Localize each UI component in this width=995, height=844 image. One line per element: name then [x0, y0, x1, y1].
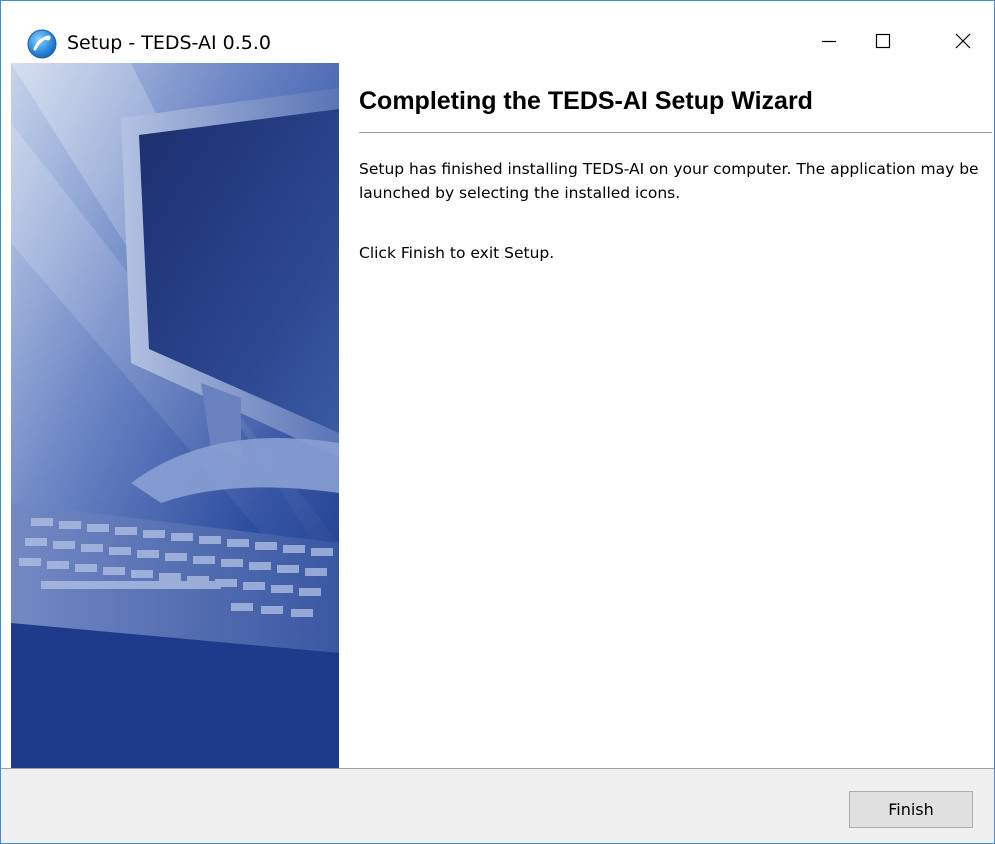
close-icon	[955, 33, 971, 49]
exit-instruction: Click Finish to exit Setup.	[359, 244, 555, 262]
minimize-icon	[821, 33, 837, 49]
page-title: Completing the TEDS-AI Setup Wizard	[359, 87, 813, 115]
maximize-icon	[875, 33, 891, 49]
maximize-button[interactable]	[853, 19, 913, 63]
finish-message: Setup has finished installing TEDS-AI on…	[359, 160, 979, 202]
heading-divider	[359, 132, 992, 133]
wizard-content: Completing the TEDS-AI Setup Wizard Setu…	[339, 63, 994, 768]
setup-globe-icon	[27, 29, 57, 59]
title-bar[interactable]: Setup - TEDS-AI 0.5.0	[1, 1, 994, 63]
minimize-button[interactable]	[799, 19, 859, 63]
close-button[interactable]	[933, 19, 993, 63]
wizard-banner-image	[11, 63, 339, 768]
wizard-footer: Finish	[1, 768, 994, 843]
computer-monitor-keyboard-illustration	[11, 63, 339, 768]
finish-button[interactable]: Finish	[849, 791, 973, 828]
window-title: Setup - TEDS-AI 0.5.0	[67, 32, 271, 54]
setup-window: Setup - TEDS-AI 0.5.0 Completing the TED…	[0, 0, 995, 844]
